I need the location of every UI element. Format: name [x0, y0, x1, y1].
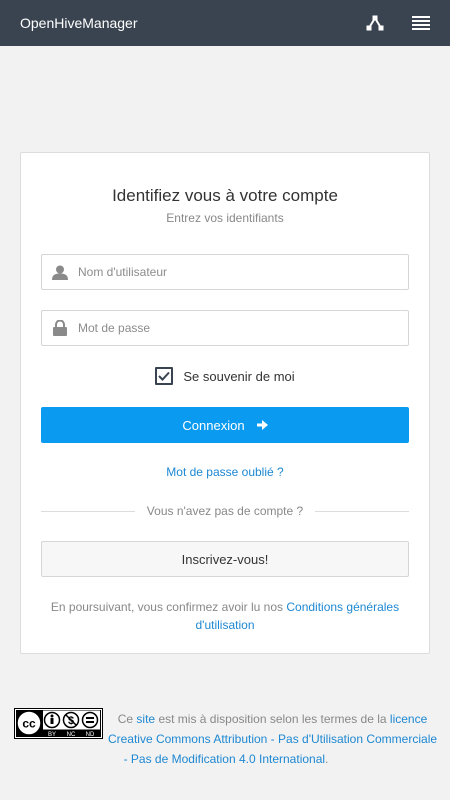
user-icon — [42, 255, 78, 289]
divider-line-left — [41, 510, 135, 512]
footer-text-1: Ce — [117, 712, 134, 726]
remember-me: Se souvenir de moi — [21, 367, 429, 385]
svg-text:ND: ND — [86, 732, 95, 738]
terms-text: En poursuivant, vous confirmez avoir lu … — [50, 600, 284, 614]
footer-text-2: est mis à disposition selon les termes d… — [158, 712, 387, 726]
login-card: Identifiez vous à votre compte Entrez vo… — [20, 152, 430, 654]
username-input[interactable] — [78, 257, 398, 287]
remember-label[interactable]: Se souvenir de moi — [183, 369, 294, 384]
login-title: Identifiez vous à votre compte — [112, 186, 338, 205]
svg-text:cc: cc — [22, 717, 36, 731]
no-account-divider: Vous n'avez pas de compte ? — [41, 503, 409, 519]
login-subtitle: Entrez vos identifiants — [166, 211, 284, 225]
network-icon[interactable] — [366, 14, 384, 32]
menu-icon[interactable] — [412, 14, 430, 32]
terms-notice: En poursuivant, vous confirmez avoir lu … — [41, 598, 409, 634]
username-field[interactable] — [41, 254, 409, 290]
password-input[interactable] — [78, 313, 398, 343]
top-navbar: OpenHiveManager — [0, 0, 450, 46]
arrow-right-icon — [256, 418, 268, 433]
password-field[interactable] — [41, 310, 409, 346]
login-button-label: Connexion — [182, 417, 245, 433]
svg-text:BY: BY — [48, 732, 56, 738]
divider-line-right — [315, 510, 409, 512]
license-footer: cc $ BY NC ND Ce site est mis à disposit… — [14, 708, 438, 769]
site-link[interactable]: site — [136, 712, 155, 726]
svg-text:NC: NC — [67, 732, 76, 738]
navbar-actions — [366, 14, 430, 32]
register-button[interactable]: Inscrivez-vous! — [41, 541, 409, 577]
footer-text-3: . — [325, 752, 329, 766]
lock-icon — [42, 311, 78, 345]
forgot-password-link[interactable]: Mot de passe oublié ? — [21, 465, 429, 479]
app-title[interactable]: OpenHiveManager — [20, 15, 138, 31]
cc-license-badge[interactable]: cc $ BY NC ND — [14, 708, 103, 739]
login-button[interactable]: Connexion — [41, 407, 409, 443]
remember-checkbox[interactable] — [155, 367, 174, 385]
no-account-text: Vous n'avez pas de compte ? — [146, 504, 304, 518]
